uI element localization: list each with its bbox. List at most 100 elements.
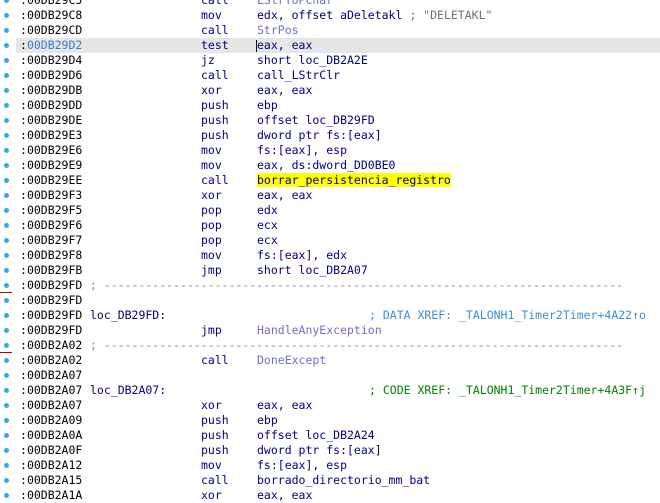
operand-text[interactable]: edx, offset aDeletakl <box>257 8 402 22</box>
listing-line[interactable]: :00DB2A07 loc_DB2A07: ; CODE XREF: _TALONH… <box>16 383 660 398</box>
operand-text[interactable]: LStrToPChar <box>257 0 333 7</box>
address[interactable]: :00DB2A12 <box>20 458 82 473</box>
address[interactable]: :00DB29F6 <box>20 218 82 233</box>
breakpoint-dot-icon[interactable] <box>4 403 9 408</box>
breakpoint-dot-icon[interactable] <box>4 148 9 153</box>
breakpoint-dot-icon[interactable] <box>4 313 9 318</box>
operand-text[interactable]: dword ptr fs:[eax] <box>257 443 382 457</box>
breakpoint-dot-icon[interactable] <box>4 448 9 453</box>
breakpoint-dot-icon[interactable] <box>4 463 9 468</box>
operand-text[interactable]: borrado_directorio_mm_bat <box>257 473 430 487</box>
breakpoint-dot-icon[interactable] <box>4 268 9 273</box>
breakpoint-dot-icon[interactable] <box>4 433 9 438</box>
listing-line[interactable]: :00DB29C8 mov edx, offset aDeletakl ; "DEL… <box>16 8 660 23</box>
operands[interactable]: DoneExcept <box>257 353 326 368</box>
operand-text[interactable]: edx <box>257 203 278 217</box>
operand-text[interactable]: fs:[eax], esp <box>257 458 347 472</box>
operand-text[interactable]: ecx <box>257 218 278 232</box>
address[interactable]: :00DB2A0A <box>20 428 82 443</box>
operands[interactable]: ebp <box>257 413 278 428</box>
address[interactable]: :00DB29CD <box>20 23 82 38</box>
breakpoint-dot-icon[interactable] <box>4 283 9 288</box>
listing-line[interactable]: :00DB29D4 jz short loc_DB2A2E <box>16 53 660 68</box>
operands[interactable]: eax, eax <box>257 488 312 503</box>
breakpoint-dot-icon[interactable] <box>4 343 9 348</box>
operands[interactable]: fs:[eax], esp <box>257 458 347 473</box>
breakpoint-dot-icon[interactable] <box>4 298 9 303</box>
operand-text[interactable]: eax, eax <box>257 38 312 52</box>
operands[interactable]: ebp <box>257 98 278 113</box>
address[interactable]: :00DB29F5 <box>20 203 82 218</box>
address[interactable]: :00DB29E6 <box>20 143 82 158</box>
operands[interactable]: eax, ds:dword_DD0BE0 <box>257 158 395 173</box>
operands[interactable]: ecx <box>257 218 278 233</box>
listing-line[interactable]: :00DB2A0A push offset loc_DB2A24 <box>16 428 660 443</box>
operands[interactable]: HandleAnyException <box>257 323 382 338</box>
address[interactable]: :00DB2A07 <box>20 398 82 413</box>
disassembly-listing[interactable]: :00DB29C5 call LStrToPChar:00DB29C8 mov edx,… <box>16 0 660 503</box>
code-label[interactable]: loc_DB2A07: <box>90 383 166 398</box>
operands[interactable]: LStrToPChar <box>257 0 333 8</box>
listing-line[interactable]: :00DB29F6 pop ecx <box>16 218 660 233</box>
operands[interactable]: ecx <box>257 233 278 248</box>
operand-text[interactable]: fs:[eax], esp <box>257 143 347 157</box>
listing-line[interactable]: :00DB29FB jmp short loc_DB2A07 <box>16 263 660 278</box>
breakpoint-dot-icon[interactable] <box>4 358 9 363</box>
address[interactable]: :00DB29D4 <box>20 53 82 68</box>
listing-line[interactable]: :00DB29F3 xor eax, eax <box>16 188 660 203</box>
operands[interactable]: eax, eax <box>257 38 312 53</box>
breakpoint-dot-icon[interactable] <box>4 163 9 168</box>
operand-text[interactable]: eax, eax <box>257 83 312 97</box>
operands[interactable]: short loc_DB2A07 <box>257 263 368 278</box>
operands[interactable]: offset loc_DB29FD <box>257 113 375 128</box>
listing-line[interactable]: :00DB2A09 push ebp <box>16 413 660 428</box>
breakpoint-dot-icon[interactable] <box>4 388 9 393</box>
operands[interactable]: eax, eax <box>257 83 312 98</box>
address[interactable]: :00DB29E3 <box>20 128 82 143</box>
address[interactable]: :00DB29E9 <box>20 158 82 173</box>
code-label[interactable]: loc_DB29FD: <box>90 308 166 323</box>
breakpoint-dot-icon[interactable] <box>4 28 9 33</box>
address[interactable]: :00DB29FD <box>20 323 82 338</box>
listing-line[interactable]: :00DB29FD <box>16 293 660 308</box>
listing-line[interactable]: :00DB29C5 call LStrToPChar <box>16 0 660 8</box>
code-xref-comment[interactable]: ; CODE XREF: _TALONH1_Timer2Timer+4A3F↑j <box>369 383 646 398</box>
address[interactable]: :00DB2A02 <box>20 353 82 368</box>
listing-line[interactable]: :00DB29FD ; -----------------------------… <box>16 278 660 293</box>
operand-text[interactable]: call_LStrClr <box>257 68 340 82</box>
breakpoint-dot-icon[interactable] <box>4 133 9 138</box>
operands[interactable]: edx, offset aDeletakl ; "DELETAKL" <box>257 8 492 23</box>
address[interactable]: :00DB29EE <box>20 173 82 188</box>
listing-line[interactable]: :00DB29E6 mov fs:[eax], esp <box>16 143 660 158</box>
address[interactable]: :00DB29F3 <box>20 188 82 203</box>
address[interactable]: :00DB29C5 <box>20 0 82 8</box>
address[interactable]: :00DB29FD <box>20 293 82 308</box>
address[interactable]: :00DB2A1A <box>20 488 82 503</box>
breakpoint-dot-icon[interactable] <box>4 58 9 63</box>
breakpoint-dot-icon[interactable] <box>4 13 9 18</box>
listing-line[interactable]: :00DB29CD call StrPos <box>16 23 660 38</box>
operand-text[interactable]: offset loc_DB29FD <box>257 113 375 127</box>
listing-line[interactable]: :00DB2A0F push dword ptr fs:[eax] <box>16 443 660 458</box>
address[interactable]: :00DB29DB <box>20 83 82 98</box>
listing-line[interactable]: :00DB2A07 xor eax, eax <box>16 398 660 413</box>
breakpoint-gutter[interactable] <box>0 0 16 498</box>
address[interactable]: :00DB29FD <box>20 278 82 293</box>
operand-text[interactable]: eax, eax <box>257 188 312 202</box>
operands[interactable]: borrar_persistencia_registro <box>257 173 451 188</box>
address[interactable]: :00DB2A15 <box>20 473 82 488</box>
operands[interactable]: offset loc_DB2A24 <box>257 428 375 443</box>
listing-line[interactable]: :00DB29F5 pop edx <box>16 203 660 218</box>
address[interactable]: :00DB29DD <box>20 98 82 113</box>
address[interactable]: :00DB29D6 <box>20 68 82 83</box>
operands[interactable]: StrPos <box>257 23 299 38</box>
address[interactable]: :00DB2A07 <box>20 383 82 398</box>
operands[interactable]: short loc_DB2A2E <box>257 53 368 68</box>
operand-text[interactable]: HandleAnyException <box>257 323 382 337</box>
listing-line[interactable]: :00DB2A07 <box>16 368 660 383</box>
operand-text[interactable]: ebp <box>257 413 278 427</box>
breakpoint-dot-icon[interactable] <box>4 103 9 108</box>
address[interactable]: :00DB29C8 <box>20 8 82 23</box>
breakpoint-dot-icon[interactable] <box>4 118 9 123</box>
listing-line[interactable]: :00DB2A1A xor eax, eax <box>16 488 660 503</box>
